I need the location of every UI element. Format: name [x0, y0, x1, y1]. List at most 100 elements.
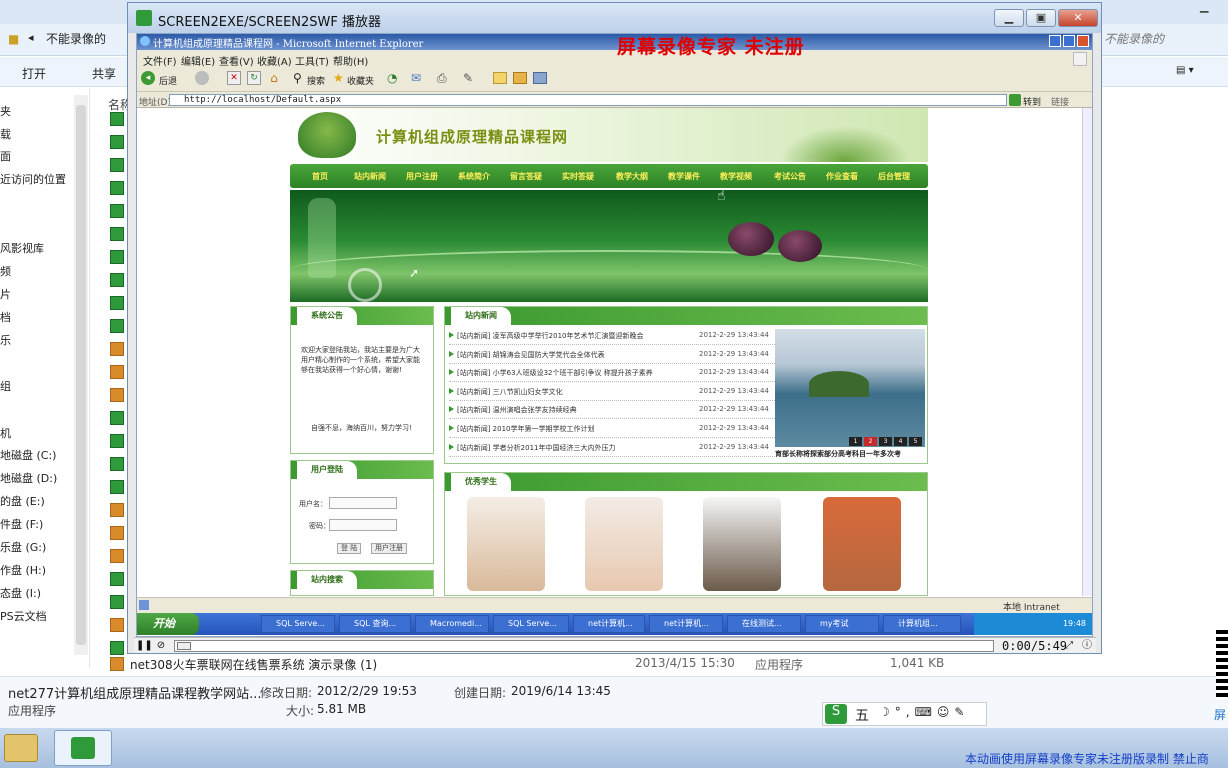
file-icon[interactable] — [110, 227, 124, 241]
ie-menu-item[interactable]: 帮助(H) — [333, 53, 368, 68]
maximize-button[interactable]: ▣ — [1026, 9, 1056, 27]
home-icon[interactable]: ⌂ — [267, 71, 281, 85]
xp-task-button[interactable]: SQL 查询... — [339, 615, 411, 633]
news-title[interactable]: [站内新闻] 温州演唱会张学友持续经典 — [457, 405, 577, 415]
news-row[interactable]: [站内新闻] 胡锦涛会见国防大学党代会全体代表 2012-2-29 13:43:4… — [449, 346, 775, 364]
forward-icon[interactable] — [195, 71, 209, 85]
photo-page-button[interactable]: 1 — [849, 437, 862, 446]
ime-mode[interactable]: 五 — [855, 705, 869, 725]
player-task-button[interactable] — [54, 730, 112, 766]
file-icon[interactable] — [110, 112, 124, 126]
nav-item[interactable]: 地磁盘 (C:) — [0, 447, 56, 463]
news-row[interactable]: [站内新闻] 温州演唱会张学友持续经典 2012-2-29 13:43:44 — [449, 401, 775, 420]
news-photo[interactable] — [775, 329, 925, 447]
photo-page-button[interactable]: 5 — [909, 437, 922, 446]
close-button[interactable]: ✕ — [1058, 9, 1098, 27]
pause-icon[interactable]: ❚❚ — [136, 639, 153, 653]
file-icon[interactable] — [110, 296, 124, 310]
ie-menu-item[interactable]: 查看(V) — [219, 53, 254, 68]
back-button[interactable]: 后退 — [159, 74, 177, 87]
photo-page-button[interactable]: 3 — [879, 437, 892, 446]
file-icon[interactable] — [110, 181, 124, 195]
news-row[interactable]: [站内新闻] 学者分析2011年中国经济三大内外压力 2012-2-29 13:4… — [449, 439, 775, 457]
username-input[interactable] — [329, 497, 397, 509]
ime-options-icon[interactable]: ☽°,⌨☺✎ — [879, 705, 969, 719]
xp-task-button[interactable]: net计算机... — [649, 615, 723, 633]
start-button[interactable]: 开始 — [137, 613, 199, 635]
file-icon[interactable] — [110, 572, 124, 586]
site-nav-item[interactable]: 实时答疑 — [562, 171, 594, 182]
back-icon[interactable]: ◂ — [141, 71, 155, 85]
open-button[interactable]: 打开 — [22, 65, 46, 82]
ie-maximize-button[interactable] — [1063, 35, 1075, 47]
nav-item[interactable]: 风影视库 — [0, 240, 44, 256]
stop-icon[interactable]: ✕ — [227, 71, 241, 85]
nav-item[interactable]: 近访问的位置 — [0, 171, 66, 187]
nav-item[interactable]: 地磁盘 (D:) — [0, 470, 57, 486]
xp-task-button[interactable]: Macromedi... — [415, 615, 489, 633]
ie-menu-item[interactable]: 编辑(E) — [181, 53, 215, 68]
ie-close-button[interactable] — [1077, 35, 1089, 47]
favorites-button[interactable]: 收藏夹 — [347, 74, 374, 87]
news-row[interactable]: [站内新闻] 小学63人班级设32个班干部引争议 称提升孩子素养 2012-2-2… — [449, 364, 775, 383]
student-photo[interactable] — [467, 497, 545, 591]
file-icon[interactable] — [110, 480, 124, 494]
nav-item[interactable]: 夹 — [0, 103, 11, 119]
nav-item[interactable]: 片 — [0, 286, 11, 302]
minimize-button[interactable]: ▁ — [1200, 0, 1228, 22]
file-icon[interactable] — [110, 365, 124, 379]
ie-titlebar[interactable]: 计算机组成原理精品课程网 - Microsoft Internet Explor… — [137, 34, 1092, 50]
info-icon[interactable]: ⓘ — [1080, 639, 1094, 653]
fullscreen-icon[interactable]: ⤢ — [1062, 639, 1076, 653]
go-button[interactable]: 转到 — [1023, 95, 1041, 108]
ime-toolbar[interactable]: S 五 ☽°,⌨☺✎ — [822, 702, 987, 726]
file-icon[interactable] — [110, 319, 124, 333]
site-nav-item[interactable]: 考试公告 — [774, 171, 806, 182]
student-photo[interactable] — [823, 497, 901, 591]
messenger-icon[interactable] — [533, 72, 547, 84]
minimize-button[interactable]: ▁ — [994, 9, 1024, 27]
site-nav-item[interactable]: 后台管理 — [878, 171, 910, 182]
history-icon[interactable]: ◔ — [387, 71, 397, 85]
site-nav-item[interactable]: 系统简介 — [458, 171, 490, 182]
favorites-icon[interactable]: ★ — [333, 71, 344, 85]
edit-icon[interactable]: ✎ — [463, 71, 473, 85]
file-icon[interactable] — [110, 250, 124, 264]
folder-icon[interactable] — [493, 72, 507, 84]
file-icon[interactable] — [110, 273, 124, 287]
nav-item[interactable]: 态盘 (I:) — [0, 585, 41, 601]
xp-task-button[interactable]: SQL Serve... — [261, 615, 335, 633]
refresh-icon[interactable]: ↻ — [247, 71, 261, 85]
news-row[interactable]: [站内新闻] 凌军高级中学举行2010年艺术节汇演暨迎新晚会 2012-2-29 … — [449, 327, 775, 345]
explorer-task-icon[interactable] — [4, 734, 38, 762]
search-icon[interactable]: ⚲ — [293, 71, 302, 85]
ie-menu-item[interactable]: 收藏(A) — [257, 53, 292, 68]
links-button[interactable]: 链接 — [1051, 95, 1069, 108]
file-icon[interactable] — [110, 641, 124, 655]
nav-item[interactable]: 载 — [0, 126, 11, 142]
xp-task-button[interactable]: 在线测试... — [727, 615, 801, 633]
nav-item[interactable]: 乐盘 (G:) — [0, 539, 46, 555]
news-title[interactable]: [站内新闻] 凌军高级中学举行2010年艺术节汇演暨迎新晚会 — [457, 331, 644, 341]
site-nav-item[interactable]: 站内新闻 — [354, 171, 386, 182]
file-icon[interactable] — [110, 388, 124, 402]
stop-icon[interactable]: ⊘ — [154, 639, 168, 653]
file-icon[interactable] — [110, 549, 124, 563]
search-box[interactable]: 不能录像的 — [1104, 30, 1164, 47]
file-row[interactable]: net308火车票联网在线售票系统 演示录像 (1) 2013/4/15 15:… — [110, 655, 1010, 673]
password-input[interactable] — [329, 519, 397, 531]
news-row[interactable]: [站内新闻] 三八节凯山妇女学文化 2012-2-29 13:43:44 — [449, 383, 775, 401]
site-nav-item[interactable]: 留言答疑 — [510, 171, 542, 182]
search-button[interactable]: 搜索 — [307, 74, 325, 87]
view-icon[interactable]: ▤ ▾ — [1176, 65, 1194, 76]
nav-item[interactable]: 面 — [0, 148, 11, 164]
student-photo[interactable] — [585, 497, 663, 591]
file-icon[interactable] — [110, 135, 124, 149]
student-photo[interactable] — [703, 497, 781, 591]
file-icon[interactable] — [110, 595, 124, 609]
nav-item[interactable]: 档 — [0, 309, 11, 325]
site-nav-item[interactable]: 首页 — [312, 171, 328, 182]
nav-item[interactable]: 的盘 (E:) — [0, 493, 45, 509]
nav-item[interactable]: 频 — [0, 263, 11, 279]
news-title[interactable]: [站内新闻] 胡锦涛会见国防大学党代会全体代表 — [457, 350, 605, 360]
